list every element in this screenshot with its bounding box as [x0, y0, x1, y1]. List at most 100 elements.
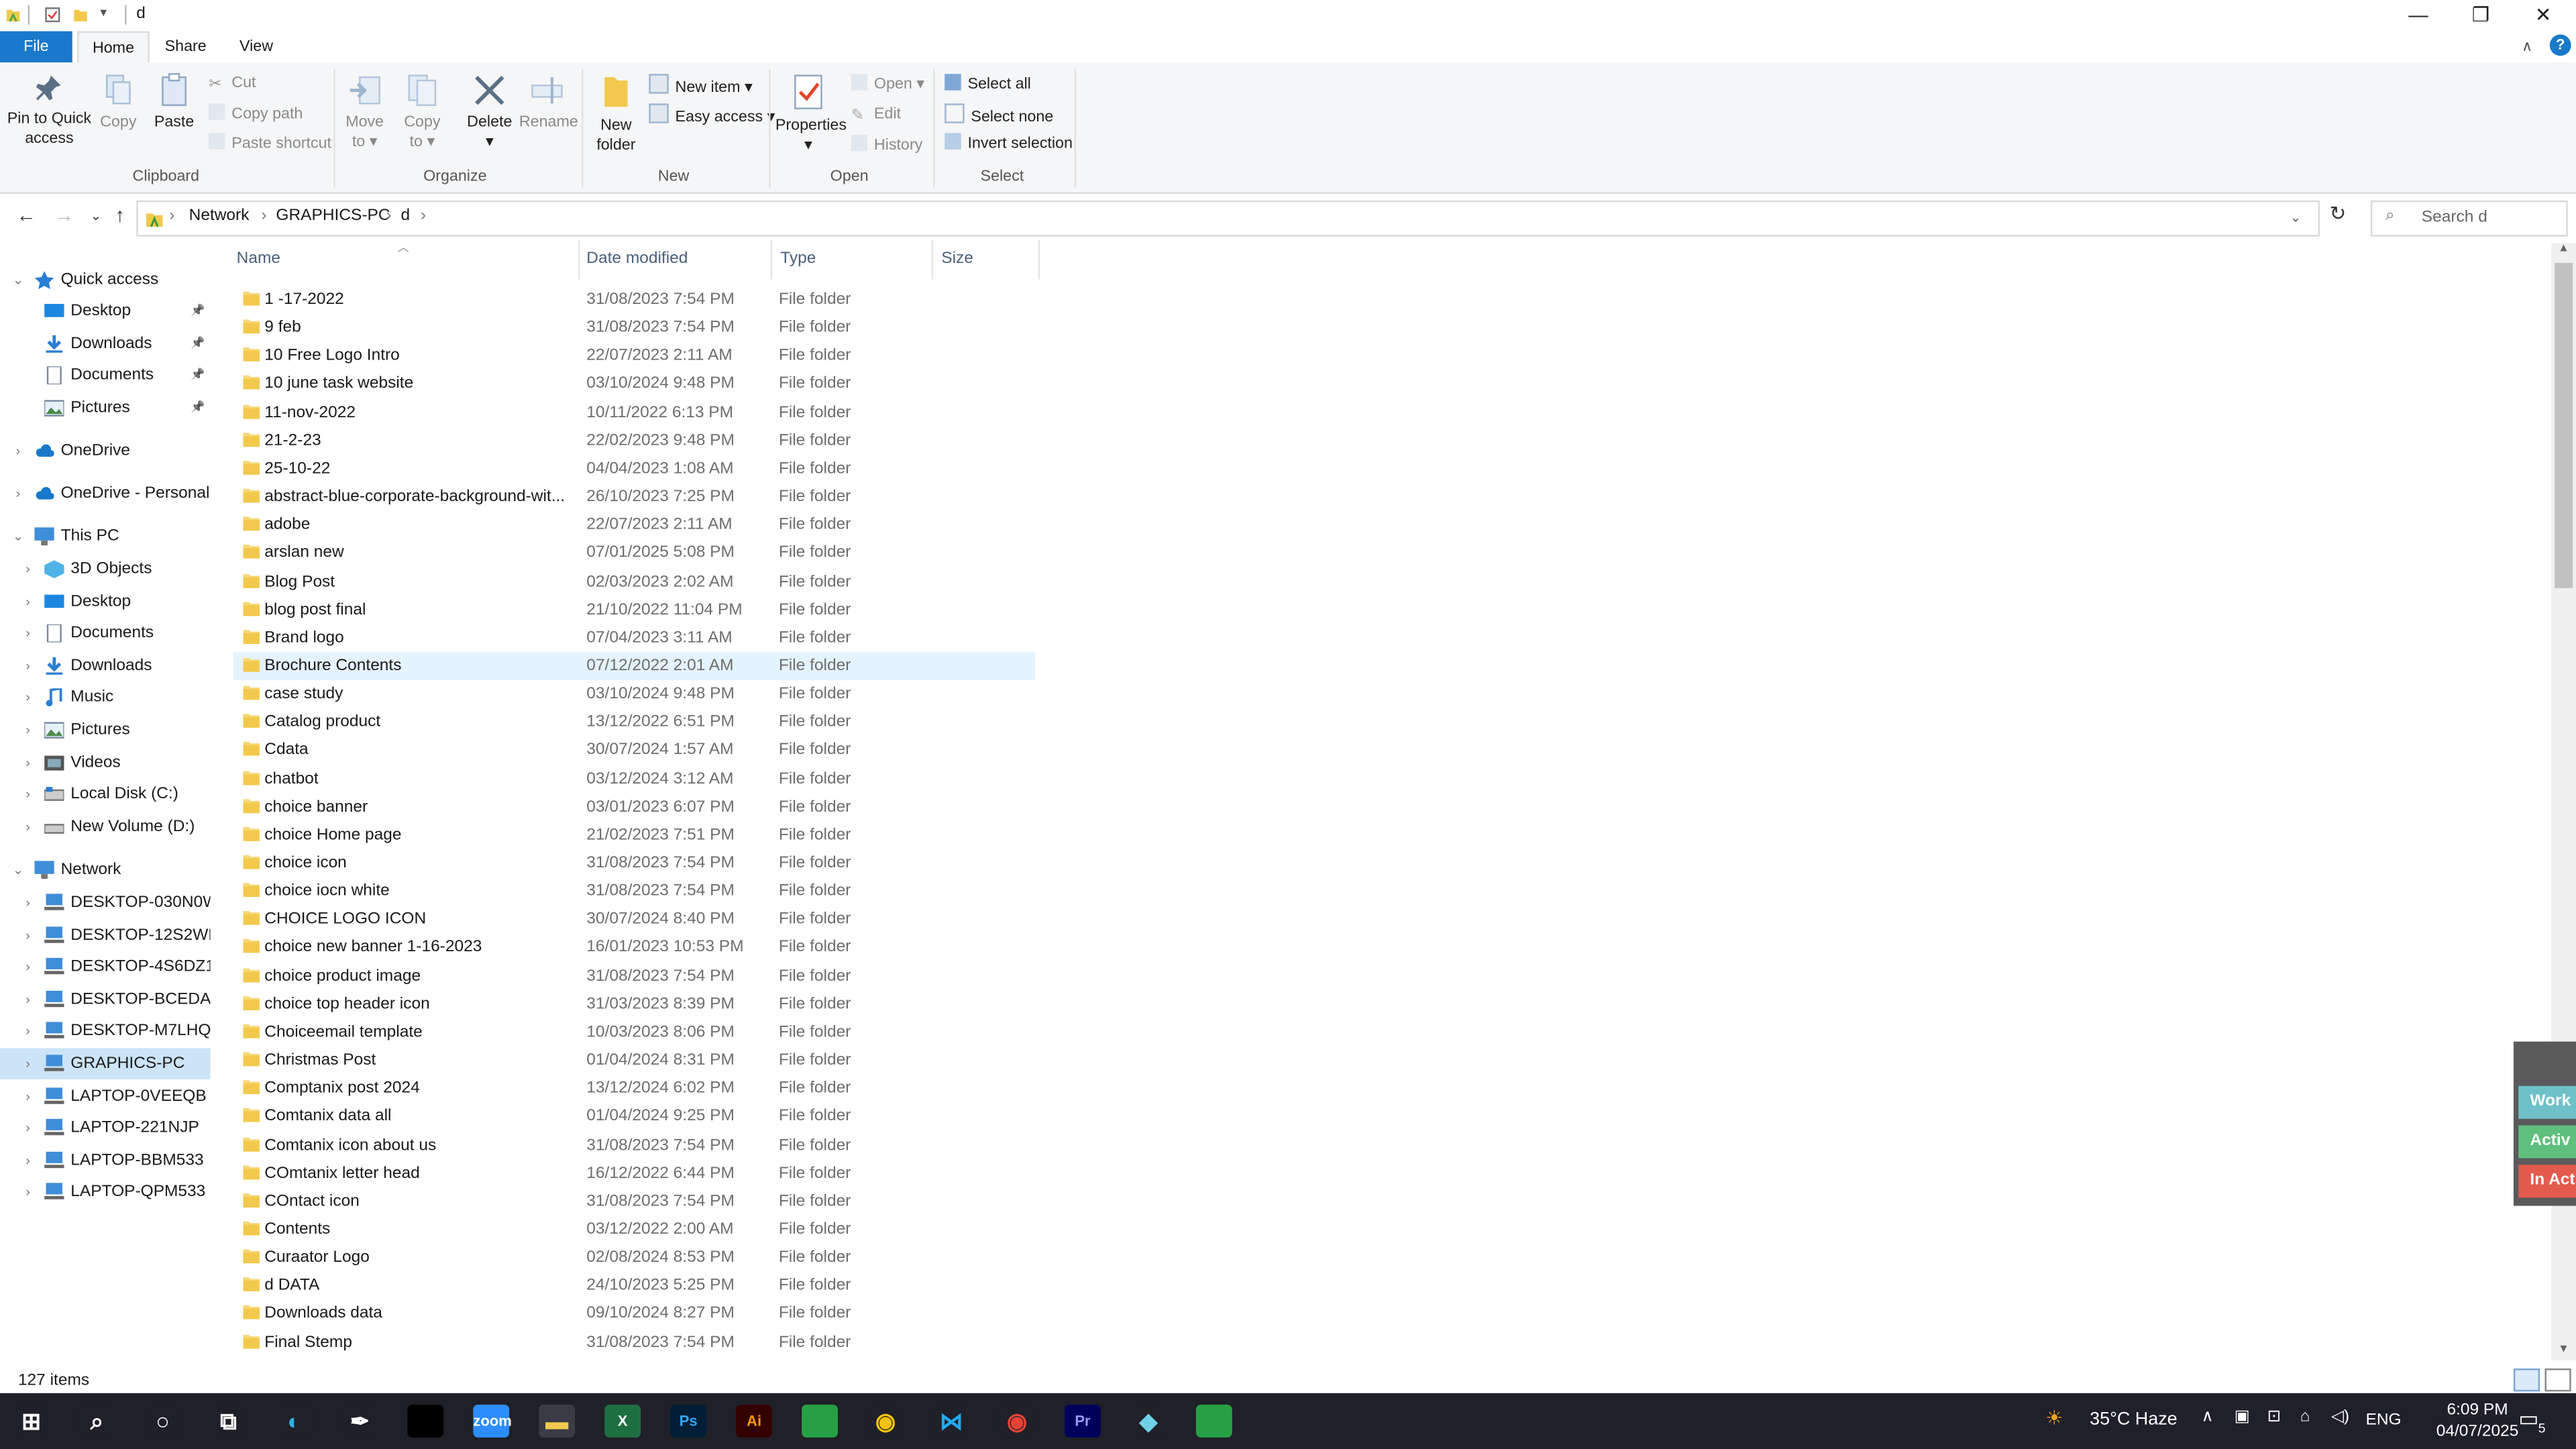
column-header-name[interactable]: Name — [237, 250, 280, 268]
collapse-chevron-icon[interactable]: › — [21, 1080, 35, 1112]
table-row[interactable]: Brand logo 07/04/2023 3:11 AM File folder — [233, 624, 1035, 652]
new-item-button[interactable]: New item ▾ — [649, 74, 753, 99]
clock-time[interactable]: 6:09 PM — [2426, 1401, 2528, 1419]
scroll-down-arrow-icon[interactable]: ▼ — [2558, 1344, 2569, 1355]
language-indicator[interactable]: ENG — [2366, 1411, 2402, 1430]
photoshop-icon[interactable]: Ps — [670, 1404, 707, 1438]
app-icon[interactable]: ◆ — [1130, 1404, 1167, 1438]
collapse-chevron-icon[interactable]: › — [21, 618, 35, 649]
table-row[interactable]: chatbot 03/12/2024 3:12 AM File folder — [233, 765, 1035, 793]
table-row[interactable]: Blog Post 02/03/2023 2:02 AM File folder — [233, 568, 1035, 596]
nav-onedrive-personal[interactable]: › OneDrive - Personal — [0, 478, 210, 510]
nav-network-computer[interactable]: › DESKTOP-030N0W — [0, 887, 210, 918]
nav-network[interactable]: ⌄ Network — [0, 854, 210, 885]
table-row[interactable]: choice icon 31/08/2023 7:54 PM File folder — [233, 849, 1035, 877]
rename-button[interactable]: Rename — [519, 69, 578, 133]
collapse-chevron-icon[interactable]: › — [11, 435, 25, 467]
table-row[interactable]: 11-nov-2022 10/11/2022 6:13 PM File folder — [233, 398, 1035, 427]
move-to-button[interactable]: Move to ▾ — [341, 69, 388, 153]
table-row[interactable]: abstract-blue-corporate-background-wit..… — [233, 483, 1035, 511]
table-row[interactable]: choice iocn white 31/08/2023 7:54 PM File … — [233, 877, 1035, 906]
expand-chevron-icon[interactable]: ⌄ — [11, 521, 25, 552]
column-header-type[interactable]: Type — [780, 250, 816, 268]
recent-locations-chevron-icon[interactable]: ⌄ — [91, 209, 101, 223]
new-folder-button[interactable]: New folder — [592, 69, 641, 156]
clock-date[interactable]: 04/07/2025 — [2426, 1423, 2528, 1441]
collapse-chevron-icon[interactable]: › — [21, 586, 35, 617]
table-row[interactable]: 25-10-22 04/04/2023 1:08 AM File folder — [233, 455, 1035, 483]
address-history-chevron-icon[interactable]: ⌄ — [2290, 210, 2301, 225]
column-divider[interactable] — [578, 239, 580, 280]
collapse-chevron-icon[interactable]: › — [21, 714, 35, 746]
nav-onedrive[interactable]: › OneDrive — [0, 435, 210, 467]
paste-shortcut-button[interactable]: Paste shortcut — [209, 133, 331, 154]
copy-button[interactable]: Copy — [95, 69, 142, 133]
collapse-chevron-icon[interactable]: › — [21, 887, 35, 918]
nav-this-pc[interactable]: ⌄ This PC — [0, 521, 210, 552]
table-row[interactable]: 10 june task website 03/10/2024 9:48 PM Fi… — [233, 370, 1035, 398]
collapse-chevron-icon[interactable]: › — [11, 478, 25, 510]
expand-chevron-icon[interactable]: ⌄ — [11, 264, 25, 296]
zoom-icon[interactable]: zoom — [473, 1404, 512, 1438]
table-row[interactable]: CHOICE LOGO ICON 30/07/2024 8:40 PM File f… — [233, 906, 1035, 934]
paste-button[interactable]: Paste — [148, 69, 200, 133]
side-widget-working[interactable]: Work — [2518, 1085, 2576, 1119]
monitor-icon[interactable]: ⊡ — [2267, 1408, 2282, 1426]
nav-pc-item[interactable]: › Pictures — [0, 714, 210, 746]
select-all-button[interactable]: Select all — [945, 74, 1031, 95]
meet-now-icon[interactable]: ▣ — [2235, 1408, 2250, 1426]
notifications-icon[interactable]: ▭ — [2518, 1406, 2538, 1432]
collapse-chevron-icon[interactable]: › — [21, 983, 35, 1015]
collapse-chevron-icon[interactable]: › — [21, 811, 35, 843]
customize-qa-dropdown[interactable]: ▾ — [100, 5, 107, 19]
network-tray-icon[interactable]: ⌂ — [2300, 1408, 2310, 1426]
cortana-icon[interactable]: ○ — [144, 1404, 181, 1438]
back-arrow-icon[interactable]: ← — [16, 204, 36, 227]
nav-quick-access[interactable]: ⌄ Quick access — [0, 264, 210, 296]
table-row[interactable]: Catalog product 13/12/2022 6:51 PM File fo… — [233, 708, 1035, 737]
nav-pc-item[interactable]: › Local Disk (C:) — [0, 779, 210, 810]
column-divider[interactable] — [931, 239, 934, 280]
tab-share[interactable]: Share — [153, 32, 219, 63]
table-row[interactable]: Contents 03/12/2022 2:00 AM File folder — [233, 1216, 1035, 1244]
refresh-icon[interactable]: ↻ — [2330, 202, 2347, 225]
table-row[interactable]: choice product image 31/08/2023 7:54 PM Fi… — [233, 962, 1035, 990]
nav-pc-item[interactable]: › Documents — [0, 618, 210, 649]
collapse-chevron-icon[interactable]: › — [21, 747, 35, 778]
column-header-date[interactable]: Date modified — [586, 250, 688, 268]
table-row[interactable]: d DATA 24/10/2023 5:25 PM File folder — [233, 1272, 1035, 1300]
pin-to-quick-access-button[interactable]: Pin to Quick access — [7, 69, 92, 150]
breadcrumb-graphics-pc[interactable]: GRAPHICS-PC — [276, 207, 390, 225]
chrome-icon[interactable]: ◉ — [867, 1404, 904, 1438]
nav-quick-pictures[interactable]: Pictures 📌 — [0, 392, 210, 424]
table-row[interactable]: Comptanix post 2024 13/12/2024 6:02 PM Fil… — [233, 1075, 1035, 1103]
restore-button[interactable]: ❐ — [2449, 0, 2512, 32]
minimize-button[interactable]: — — [2387, 0, 2449, 32]
nav-network-computer[interactable]: › LAPTOP-BBM533 — [0, 1144, 210, 1176]
table-row[interactable]: choice top header icon 31/03/2023 8:39 PM… — [233, 990, 1035, 1018]
nav-network-computer[interactable]: › LAPTOP-0VEEQB — [0, 1080, 210, 1112]
table-row[interactable]: COntact icon 31/08/2023 7:54 PM File folde… — [233, 1187, 1035, 1216]
collapse-chevron-icon[interactable]: › — [21, 779, 35, 810]
table-row[interactable]: Brochure Contents 07/12/2022 2:01 AM File … — [233, 652, 1035, 680]
vscode-icon[interactable]: ⋈ — [933, 1404, 969, 1438]
table-row[interactable]: Curaator Logo 02/08/2024 8:53 PM File fold… — [233, 1244, 1035, 1272]
table-row[interactable]: Final Stemp 31/08/2023 7:54 PM File folder — [233, 1328, 1035, 1356]
premiere-icon[interactable]: Pr — [1064, 1404, 1101, 1438]
collapse-chevron-icon[interactable]: › — [21, 1016, 35, 1047]
address-bar[interactable]: › Network › GRAPHICS-PC › d › ⌄ — [136, 200, 2320, 237]
history-button[interactable]: History — [851, 134, 922, 156]
cut-button[interactable]: ✂ Cut — [209, 74, 256, 93]
table-row[interactable]: Choiceemail template 10/03/2023 8:06 PM Fi… — [233, 1018, 1035, 1046]
large-icons-view-icon[interactable] — [2544, 1368, 2571, 1392]
scrollbar-thumb[interactable] — [2555, 262, 2573, 588]
edge-icon[interactable]: ◐ — [276, 1404, 313, 1438]
weather-text[interactable]: 35°C Haze — [2090, 1409, 2178, 1429]
expand-chevron-icon[interactable]: ⌄ — [11, 854, 25, 885]
collapse-chevron-icon[interactable]: › — [21, 650, 35, 682]
tab-view[interactable]: View — [223, 32, 289, 63]
open-button[interactable]: Open ▾ — [851, 74, 924, 95]
collapse-chevron-icon[interactable]: › — [21, 682, 35, 714]
nav-quick-documents[interactable]: Documents 📌 — [0, 360, 210, 392]
breadcrumb-network[interactable]: Network — [189, 207, 250, 225]
